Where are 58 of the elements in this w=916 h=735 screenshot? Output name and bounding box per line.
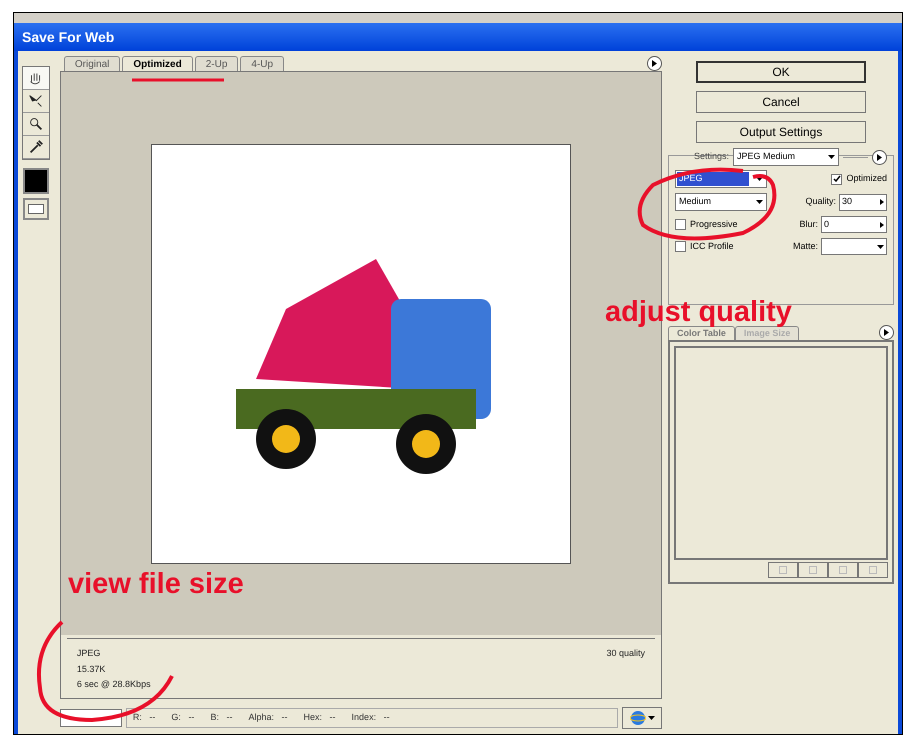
readout-text: R: -- bbox=[132, 711, 156, 724]
quality-field[interactable]: 30 bbox=[839, 194, 887, 210]
panel-tab[interactable]: Color Table bbox=[668, 326, 735, 340]
dropdown-arrow-icon bbox=[828, 155, 835, 159]
color-table-tool-button[interactable] bbox=[858, 562, 888, 578]
browser-preview-button[interactable] bbox=[622, 707, 662, 729]
window-title: Save For Web bbox=[22, 28, 114, 46]
menu-button[interactable] bbox=[647, 56, 662, 71]
view-tab[interactable]: Original bbox=[64, 56, 120, 71]
readout-text: Hex: -- bbox=[304, 711, 336, 724]
checkbox[interactable] bbox=[831, 174, 842, 184]
icc-profile-label: ICC Profile bbox=[690, 240, 734, 253]
play-triangle-icon bbox=[877, 154, 882, 160]
download-time-text: 6 sec @ 28.8Kbps bbox=[76, 678, 151, 691]
quality-preset-dropdown[interactable]: Medium bbox=[675, 193, 767, 211]
dialog-button[interactable]: OK bbox=[696, 61, 866, 83]
view-tab[interactable]: 2-Up bbox=[194, 56, 238, 71]
readout-text: Index: -- bbox=[352, 711, 390, 724]
annotation-text: adjust quality bbox=[605, 298, 792, 327]
matte-label: Matte: bbox=[792, 240, 818, 253]
view-tab[interactable]: 4-Up bbox=[240, 56, 284, 71]
color-table-tool-button[interactable] bbox=[768, 562, 798, 578]
readout-text: B: -- bbox=[210, 711, 232, 724]
quality-label: Quality: bbox=[805, 195, 836, 208]
hand-tool[interactable] bbox=[22, 67, 49, 90]
dialog-button[interactable]: Cancel bbox=[696, 91, 866, 113]
preview-toggle-button[interactable] bbox=[22, 198, 49, 220]
checkbox[interactable] bbox=[675, 219, 686, 230]
file-format-text: JPEG bbox=[76, 647, 102, 660]
blur-label: Blur: bbox=[799, 218, 818, 231]
color-table-tool-button[interactable] bbox=[798, 562, 828, 578]
progressive-label: Progressive bbox=[690, 218, 738, 231]
play-triangle-icon bbox=[884, 329, 889, 336]
optimized-label: Optimized bbox=[846, 172, 887, 186]
matte-dropdown[interactable] bbox=[821, 238, 887, 255]
readout-text: G: -- bbox=[171, 711, 194, 724]
blur-field[interactable]: 0 bbox=[821, 216, 887, 233]
annotation-text: view file size bbox=[68, 570, 244, 599]
settings-label: Settings: bbox=[692, 150, 729, 164]
dialog-button[interactable]: Output Settings bbox=[696, 121, 866, 143]
readout-text: Alpha: -- bbox=[248, 711, 288, 724]
color-swatch[interactable] bbox=[22, 168, 49, 194]
menu-button[interactable] bbox=[879, 325, 894, 340]
view-tab[interactable]: Optimized bbox=[122, 56, 193, 71]
dropdown-arrow-icon bbox=[877, 244, 884, 248]
dropdown-arrow-icon bbox=[756, 200, 763, 204]
preset-dropdown[interactable]: JPEG Medium bbox=[733, 148, 839, 166]
dropdown-arrow-icon bbox=[648, 716, 654, 720]
stepper-arrow-icon bbox=[880, 199, 884, 205]
checkbox[interactable] bbox=[675, 241, 686, 252]
globe-icon bbox=[630, 710, 646, 726]
file-size-text: 15.37K bbox=[76, 662, 106, 676]
stepper-arrow-icon bbox=[880, 222, 884, 228]
dropdown-arrow-icon bbox=[756, 177, 763, 181]
quality-info-text: 30 quality bbox=[606, 647, 645, 660]
menu-button[interactable] bbox=[872, 150, 887, 164]
play-triangle-icon bbox=[652, 60, 657, 67]
color-table-tool-button[interactable] bbox=[828, 562, 858, 578]
